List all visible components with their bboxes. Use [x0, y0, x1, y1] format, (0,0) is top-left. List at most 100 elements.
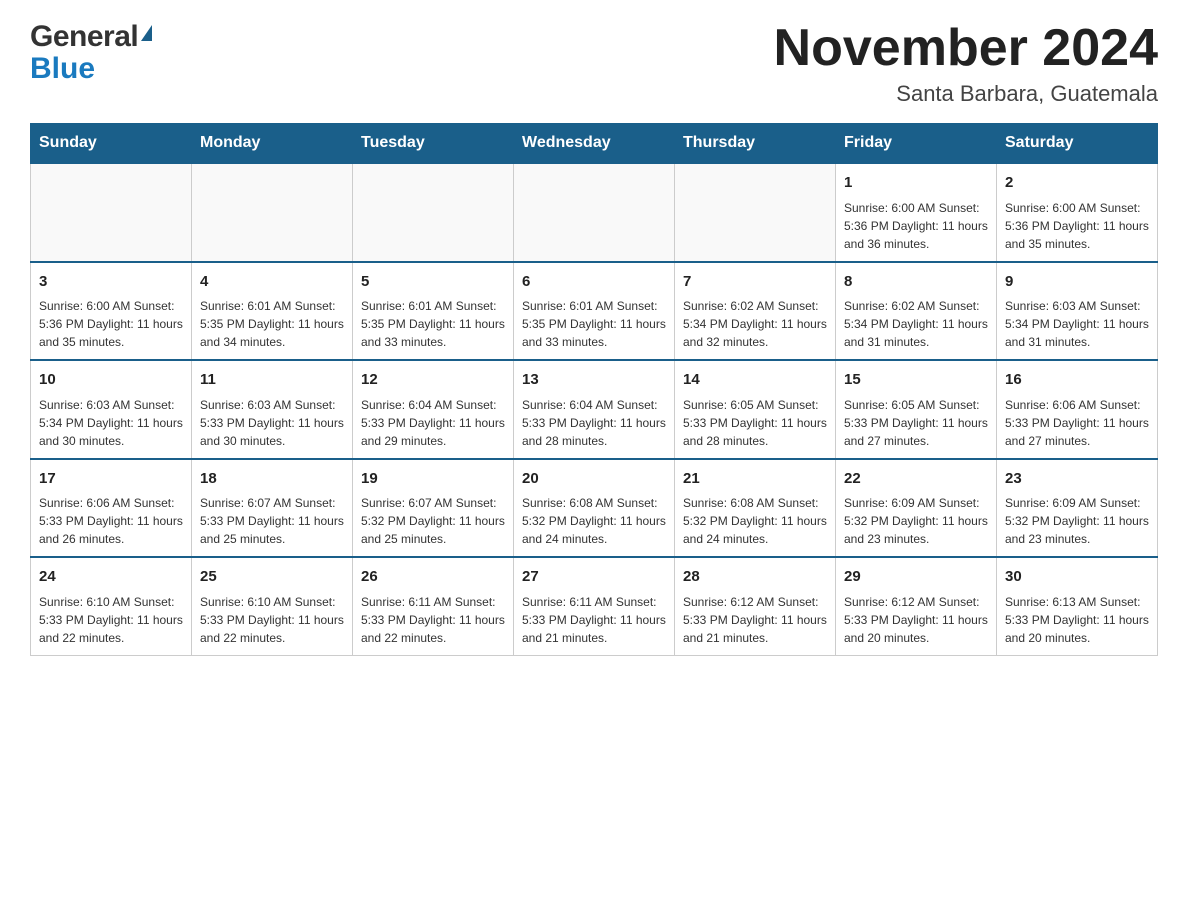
day-number: 26 [361, 566, 505, 589]
day-number: 21 [683, 468, 827, 491]
day-number: 20 [522, 468, 666, 491]
calendar-cell: 21 Sunrise: 6:08 AM Sunset: 5:32 PM Dayli… [675, 459, 836, 558]
calendar-cell: 23 Sunrise: 6:09 AM Sunset: 5:32 PM Dayli… [997, 459, 1158, 558]
calendar-cell: 18 Sunrise: 6:07 AM Sunset: 5:33 PM Dayli… [192, 459, 353, 558]
day-number: 29 [844, 566, 988, 589]
day-info: Sunrise: 6:05 AM Sunset: 5:33 PM Dayligh… [683, 396, 827, 450]
day-number: 6 [522, 271, 666, 294]
day-number: 5 [361, 271, 505, 294]
logo-general-text: General [30, 20, 138, 54]
calendar-cell: 24Sunrise: 6:10 AM Sunset: 5:33 PM Dayli… [31, 557, 192, 655]
weekday-header-sunday: Sunday [31, 124, 192, 164]
day-number: 22 [844, 468, 988, 491]
calendar-cell [353, 163, 514, 262]
page-header: General Blue November 2024 Santa Barbara… [30, 20, 1158, 107]
day-number: 10 [39, 369, 183, 392]
weekday-header-thursday: Thursday [675, 124, 836, 164]
day-info: Sunrise: 6:03 AM Sunset: 5:34 PM Dayligh… [39, 396, 183, 450]
calendar-cell: 2 Sunrise: 6:00 AM Sunset: 5:36 PM Daylig… [997, 163, 1158, 262]
calendar-cell: 8 Sunrise: 6:02 AM Sunset: 5:34 PM Daylig… [836, 262, 997, 361]
day-number: 30 [1005, 566, 1149, 589]
day-number: 7 [683, 271, 827, 294]
day-info: Sunrise: 6:04 AM Sunset: 5:33 PM Dayligh… [361, 396, 505, 450]
calendar-cell: 28 Sunrise: 6:12 AM Sunset: 5:33 PM Dayli… [675, 557, 836, 655]
week-row-5: 24Sunrise: 6:10 AM Sunset: 5:33 PM Dayli… [31, 557, 1158, 655]
day-info: Sunrise: 6:00 AM Sunset: 5:36 PM Dayligh… [39, 297, 183, 351]
day-info: Sunrise: 6:10 AM Sunset: 5:33 PM Dayligh… [39, 593, 183, 647]
day-number: 8 [844, 271, 988, 294]
day-info: Sunrise: 6:12 AM Sunset: 5:33 PM Dayligh… [683, 593, 827, 647]
calendar-header: SundayMondayTuesdayWednesdayThursdayFrid… [31, 124, 1158, 164]
calendar-cell [675, 163, 836, 262]
day-number: 18 [200, 468, 344, 491]
day-info: Sunrise: 6:06 AM Sunset: 5:33 PM Dayligh… [1005, 396, 1149, 450]
day-number: 11 [200, 369, 344, 392]
calendar-cell: 3 Sunrise: 6:00 AM Sunset: 5:36 PM Daylig… [31, 262, 192, 361]
calendar-cell: 10 Sunrise: 6:03 AM Sunset: 5:34 PM Dayli… [31, 360, 192, 459]
calendar-cell: 20Sunrise: 6:08 AM Sunset: 5:32 PM Dayli… [514, 459, 675, 558]
day-info: Sunrise: 6:05 AM Sunset: 5:33 PM Dayligh… [844, 396, 988, 450]
day-info: Sunrise: 6:09 AM Sunset: 5:32 PM Dayligh… [844, 494, 988, 548]
day-info: Sunrise: 6:07 AM Sunset: 5:33 PM Dayligh… [200, 494, 344, 548]
week-row-4: 17Sunrise: 6:06 AM Sunset: 5:33 PM Dayli… [31, 459, 1158, 558]
day-info: Sunrise: 6:11 AM Sunset: 5:33 PM Dayligh… [522, 593, 666, 647]
calendar-cell: 13Sunrise: 6:04 AM Sunset: 5:33 PM Dayli… [514, 360, 675, 459]
calendar-cell: 22 Sunrise: 6:09 AM Sunset: 5:32 PM Dayli… [836, 459, 997, 558]
calendar-cell: 26Sunrise: 6:11 AM Sunset: 5:33 PM Dayli… [353, 557, 514, 655]
calendar-cell: 5 Sunrise: 6:01 AM Sunset: 5:35 PM Daylig… [353, 262, 514, 361]
day-number: 1 [844, 172, 988, 195]
day-info: Sunrise: 6:06 AM Sunset: 5:33 PM Dayligh… [39, 494, 183, 548]
calendar-table: SundayMondayTuesdayWednesdayThursdayFrid… [30, 123, 1158, 656]
day-info: Sunrise: 6:09 AM Sunset: 5:32 PM Dayligh… [1005, 494, 1149, 548]
day-number: 9 [1005, 271, 1149, 294]
calendar-cell: 14 Sunrise: 6:05 AM Sunset: 5:33 PM Dayli… [675, 360, 836, 459]
day-number: 3 [39, 271, 183, 294]
day-number: 19 [361, 468, 505, 491]
title-block: November 2024 Santa Barbara, Guatemala [774, 20, 1158, 107]
calendar-cell [192, 163, 353, 262]
weekday-header-tuesday: Tuesday [353, 124, 514, 164]
calendar-cell: 4Sunrise: 6:01 AM Sunset: 5:35 PM Daylig… [192, 262, 353, 361]
day-number: 13 [522, 369, 666, 392]
day-number: 23 [1005, 468, 1149, 491]
logo-triangle-icon [141, 25, 152, 41]
calendar-body: 1 Sunrise: 6:00 AM Sunset: 5:36 PM Daylig… [31, 163, 1158, 655]
day-info: Sunrise: 6:00 AM Sunset: 5:36 PM Dayligh… [1005, 199, 1149, 253]
day-info: Sunrise: 6:13 AM Sunset: 5:33 PM Dayligh… [1005, 593, 1149, 647]
month-year-title: November 2024 [774, 20, 1158, 77]
calendar-cell: 9Sunrise: 6:03 AM Sunset: 5:34 PM Daylig… [997, 262, 1158, 361]
calendar-cell: 11 Sunrise: 6:03 AM Sunset: 5:33 PM Dayli… [192, 360, 353, 459]
calendar-cell: 16 Sunrise: 6:06 AM Sunset: 5:33 PM Dayli… [997, 360, 1158, 459]
calendar-cell: 25Sunrise: 6:10 AM Sunset: 5:33 PM Dayli… [192, 557, 353, 655]
calendar-cell [31, 163, 192, 262]
calendar-cell: 29 Sunrise: 6:12 AM Sunset: 5:33 PM Dayli… [836, 557, 997, 655]
day-number: 27 [522, 566, 666, 589]
day-info: Sunrise: 6:10 AM Sunset: 5:33 PM Dayligh… [200, 593, 344, 647]
calendar-cell: 17Sunrise: 6:06 AM Sunset: 5:33 PM Dayli… [31, 459, 192, 558]
day-info: Sunrise: 6:02 AM Sunset: 5:34 PM Dayligh… [844, 297, 988, 351]
calendar-cell: 15 Sunrise: 6:05 AM Sunset: 5:33 PM Dayli… [836, 360, 997, 459]
weekday-header-wednesday: Wednesday [514, 124, 675, 164]
calendar-cell: 12 Sunrise: 6:04 AM Sunset: 5:33 PM Dayli… [353, 360, 514, 459]
day-number: 2 [1005, 172, 1149, 195]
day-number: 12 [361, 369, 505, 392]
week-row-3: 10 Sunrise: 6:03 AM Sunset: 5:34 PM Dayli… [31, 360, 1158, 459]
calendar-cell: 30 Sunrise: 6:13 AM Sunset: 5:33 PM Dayli… [997, 557, 1158, 655]
day-number: 15 [844, 369, 988, 392]
week-row-2: 3 Sunrise: 6:00 AM Sunset: 5:36 PM Daylig… [31, 262, 1158, 361]
logo: General Blue [30, 20, 152, 86]
day-info: Sunrise: 6:08 AM Sunset: 5:32 PM Dayligh… [683, 494, 827, 548]
day-number: 28 [683, 566, 827, 589]
day-info: Sunrise: 6:01 AM Sunset: 5:35 PM Dayligh… [522, 297, 666, 351]
day-info: Sunrise: 6:01 AM Sunset: 5:35 PM Dayligh… [361, 297, 505, 351]
day-number: 16 [1005, 369, 1149, 392]
logo-blue-text: Blue [30, 52, 95, 86]
day-number: 14 [683, 369, 827, 392]
day-info: Sunrise: 6:01 AM Sunset: 5:35 PM Dayligh… [200, 297, 344, 351]
calendar-cell: 1Sunrise: 6:00 AM Sunset: 5:36 PM Daylig… [836, 163, 997, 262]
day-info: Sunrise: 6:03 AM Sunset: 5:33 PM Dayligh… [200, 396, 344, 450]
day-info: Sunrise: 6:12 AM Sunset: 5:33 PM Dayligh… [844, 593, 988, 647]
weekday-header-monday: Monday [192, 124, 353, 164]
weekday-header-row: SundayMondayTuesdayWednesdayThursdayFrid… [31, 124, 1158, 164]
weekday-header-friday: Friday [836, 124, 997, 164]
